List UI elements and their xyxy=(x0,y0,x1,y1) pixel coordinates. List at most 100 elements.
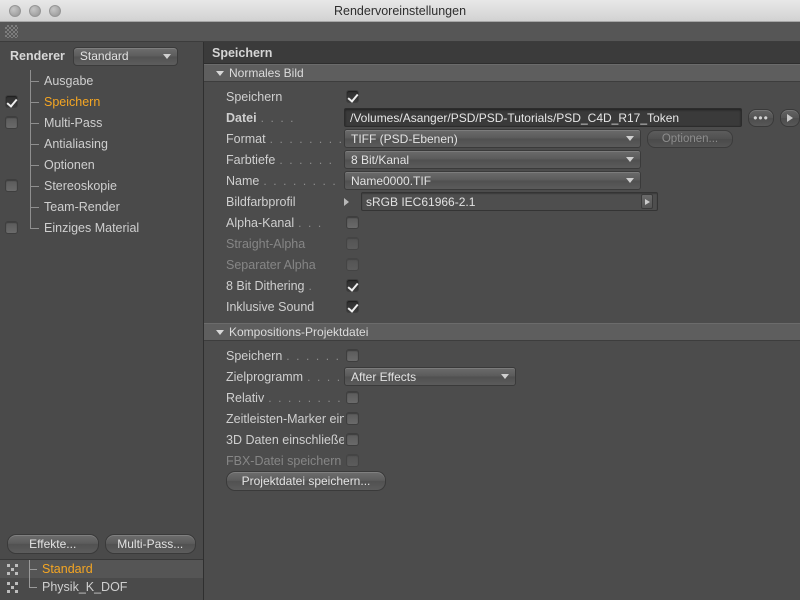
close-button[interactable] xyxy=(9,4,21,17)
renderer-select[interactable]: Standard xyxy=(72,46,178,66)
zoom-button[interactable] xyxy=(49,4,61,17)
window-body: Renderer Standard Ausgabe Speichern Multi-… xyxy=(0,42,800,600)
field-label-wrap: FBX-Datei speichern. . . . . . . . . . xyxy=(226,454,344,468)
field-control-area: 8 Bit/Kanal xyxy=(344,150,800,169)
select-zielprogramm[interactable]: After Effects xyxy=(344,367,516,386)
play-arrow-icon[interactable] xyxy=(641,194,653,209)
sidebar-item-ausgabe[interactable]: Ausgabe xyxy=(0,70,203,91)
format-options-button[interactable]: Optionen... xyxy=(647,129,733,148)
renderer-row: Renderer Standard xyxy=(0,42,203,70)
checkbox-straight-alpha xyxy=(346,237,359,250)
field-label-alpha-kanal: Alpha-Kanal xyxy=(226,215,295,230)
sidebar-item-label: Antialiasing xyxy=(44,136,108,151)
triangle-down-icon[interactable] xyxy=(216,70,224,76)
tree-connector xyxy=(22,175,44,196)
group-header-kompositions-projektdatei[interactable]: Kompositions-Projektdatei xyxy=(204,323,800,341)
checkbox-k-speichern[interactable] xyxy=(346,349,359,362)
checkbox-speichern[interactable] xyxy=(4,95,18,108)
field-label-wrap: 3D Daten einschließen. . . . . . . . xyxy=(226,433,344,447)
field-label-name: Name xyxy=(226,173,260,188)
file-menu-button[interactable] xyxy=(780,108,800,127)
field-leader-dots: . . . . . . . . . . . . . . . . . . xyxy=(286,348,344,363)
checkbox-zeitleisten[interactable] xyxy=(346,412,359,425)
field-label-separater-alpha: Separater Alpha xyxy=(226,257,316,272)
field-label-straight-alpha: Straight-Alpha xyxy=(226,236,306,251)
field-row-8-bit-dithering: 8 Bit Dithering. xyxy=(204,275,800,296)
select-format[interactable]: TIFF (PSD-Ebenen) xyxy=(344,129,641,148)
checkbox-relativ[interactable] xyxy=(346,391,359,404)
checkbox-einziges-material[interactable] xyxy=(4,221,18,234)
list-item[interactable]: Standard xyxy=(0,560,203,578)
renderer-select-value: Standard xyxy=(79,49,129,63)
play-arrow-icon xyxy=(787,113,793,122)
sidebar-item-einziges-material[interactable]: Einziges Material xyxy=(0,217,203,238)
settings-groups: Normales Bild Speichern Datei. . . ./Volum… xyxy=(204,64,800,497)
field-row-fbx-datei: FBX-Datei speichern. . . . . . . . . . xyxy=(204,450,800,471)
window-titlebar: Rendervoreinstellungen xyxy=(0,0,800,22)
list-item[interactable]: Physik_K_DOF xyxy=(0,578,203,596)
save-project-file-button[interactable]: Projektdatei speichern... xyxy=(226,471,386,491)
ellipsis-icon-button[interactable]: ••• xyxy=(748,108,774,127)
multipass-button[interactable]: Multi-Pass... xyxy=(104,534,196,554)
sidebar-item-stereoskopie[interactable]: Stereoskopie xyxy=(0,175,203,196)
chevron-down-icon xyxy=(162,53,171,59)
sidebar-item-label: Multi-Pass xyxy=(44,115,103,130)
checkbox-speichern[interactable] xyxy=(346,90,359,103)
group-header-normales-bild[interactable]: Normales Bild xyxy=(204,64,800,82)
chevron-down-icon xyxy=(501,374,509,379)
field-leader-dots: . . . . xyxy=(260,110,296,125)
select-value-format: TIFF (PSD-Ebenen) xyxy=(351,131,458,146)
field-label-wrap: Farbtiefe. . . . . . xyxy=(226,153,344,167)
sidebar-item-multi-pass[interactable]: Multi-Pass xyxy=(0,112,203,133)
checkbox-alpha-kanal[interactable] xyxy=(346,216,359,229)
field-label-fbx-datei: FBX-Datei speichern xyxy=(226,453,342,468)
minimize-button[interactable] xyxy=(29,4,41,17)
sidebar-item-speichern[interactable]: Speichern xyxy=(0,91,203,112)
checkbox-3d-daten[interactable] xyxy=(346,433,359,446)
sidebar-item-optionen[interactable]: Optionen xyxy=(0,154,203,175)
field-control-area xyxy=(344,258,800,271)
sidebar-item-checkbox-cell xyxy=(0,179,22,192)
field-label-wrap: Alpha-Kanal. . . xyxy=(226,216,344,230)
field-control-area xyxy=(344,237,800,250)
field-row-zeitleisten: Zeitleisten-Marker einschließen xyxy=(204,408,800,429)
select-value-zielprogramm: After Effects xyxy=(351,369,417,384)
field-label-bildfarbprofil: Bildfarbprofil xyxy=(226,194,296,209)
tree-connector xyxy=(22,154,44,175)
grip-handle-icon[interactable] xyxy=(5,25,18,38)
list-item-label: Standard xyxy=(42,562,93,576)
effects-button[interactable]: Effekte... xyxy=(7,534,99,554)
triangle-down-icon[interactable] xyxy=(216,329,224,335)
file-path-input[interactable]: /Volumes/Asanger/PSD/PSD-Tutorials/PSD_C… xyxy=(344,108,742,127)
preset-list: Standard Physik_K_DOF xyxy=(0,559,203,600)
list-connector xyxy=(24,578,42,596)
sidebar-item-checkbox-cell xyxy=(0,95,22,108)
checkbox-8-bit-dithering[interactable] xyxy=(346,279,359,292)
field-row-straight-alpha: Straight-Alpha xyxy=(204,233,800,254)
field-label-wrap: Speichern xyxy=(226,90,344,104)
select-farbtiefe[interactable]: 8 Bit/Kanal xyxy=(344,150,641,169)
field-label-wrap: 8 Bit Dithering. xyxy=(226,279,344,293)
chevron-down-icon xyxy=(626,178,634,183)
color-profile-field[interactable]: sRGB IEC61966-2.1 xyxy=(361,192,658,211)
checkbox-multi-pass[interactable] xyxy=(4,116,18,129)
left-sidebar: Renderer Standard Ausgabe Speichern Multi-… xyxy=(0,42,204,600)
list-item-icon-cell xyxy=(0,581,24,593)
renderer-label: Renderer xyxy=(10,49,65,63)
sidebar-item-antialiasing[interactable]: Antialiasing xyxy=(0,133,203,154)
triangle-right-icon[interactable] xyxy=(344,197,349,206)
checkbox-inklusive-sound[interactable] xyxy=(346,300,359,313)
sidebar-item-team-render[interactable]: Team-Render xyxy=(0,196,203,217)
window-title: Rendervoreinstellungen xyxy=(333,3,467,18)
sidebar-item-label: Optionen xyxy=(44,157,95,172)
field-control-area xyxy=(344,454,800,467)
sidebar-button-row: Effekte... Multi-Pass... xyxy=(0,529,203,559)
panel-title: Speichern xyxy=(204,42,800,64)
tree-connector xyxy=(22,112,44,133)
checkbox-stereoskopie[interactable] xyxy=(4,179,18,192)
field-row-datei: Datei. . . ./Volumes/Asanger/PSD/PSD-Tut… xyxy=(204,107,800,128)
field-control-area: /Volumes/Asanger/PSD/PSD-Tutorials/PSD_C… xyxy=(344,108,800,127)
select-name[interactable]: Name0000.TIF xyxy=(344,171,641,190)
sidebar-item-label: Einziges Material xyxy=(44,220,140,235)
field-label-wrap: Zeitleisten-Marker einschließen xyxy=(226,412,344,426)
